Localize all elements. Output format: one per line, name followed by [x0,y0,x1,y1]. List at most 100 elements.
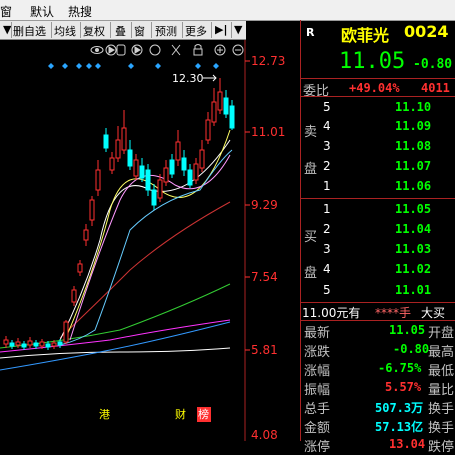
candle-body [199,149,205,169]
overlay-button[interactable]: 叠 [115,23,126,39]
stat-label: 金额 [304,421,331,436]
y-tick-label: 7.54 [251,270,278,284]
stat-right-label: 最高 [428,345,455,360]
stat-value: 5.57% [385,380,422,394]
toolbar-dropdown-icon[interactable]: ▼ [234,23,242,36]
kline-chart[interactable]: 12.30 12.73 11.01 9.29 7.54 5.81 4.08 港 … [0,40,300,442]
buy-price[interactable]: 11.04 [395,222,431,236]
event-marker-hk[interactable]: 港 [99,408,110,421]
sell-price[interactable]: 11.09 [395,119,431,133]
sell-price[interactable]: 11.07 [395,159,431,173]
sell-level: 2 [323,159,331,173]
stat-right-label: 最低 [428,364,455,379]
candle-body [15,341,21,346]
chart-tools-row [90,44,244,56]
stat-label: 涨幅 [304,364,331,379]
candle-body [121,127,127,151]
candle-body [205,119,211,141]
sell-level: 1 [323,179,331,193]
candle-body [57,341,63,346]
stat-value: -0.80 [393,342,430,356]
candle-body [127,149,133,167]
event-marker-ranking[interactable]: 榜 [198,407,209,421]
buy-price[interactable]: 11.01 [395,283,431,297]
menu-item-hot-search[interactable]: 热搜 [68,3,92,20]
play-icon[interactable] [131,44,143,56]
circle-play-icon[interactable] [105,44,117,56]
stat-label: 涨跌 [304,345,331,360]
candle-body [193,163,199,181]
window-button[interactable]: 窗 [134,23,145,39]
scissors-icon[interactable] [171,44,181,56]
forecast-button[interactable]: 预测 [155,23,177,39]
price-change: -0.80 [413,57,453,72]
lock-icon[interactable] [193,44,203,56]
candle-body [27,340,33,346]
candle-body [139,165,145,179]
menu-item-default[interactable]: 默认 [30,3,54,20]
stat-label: 总手 [304,402,331,417]
stat-value: -6.75% [378,361,422,375]
candle-body [45,343,51,348]
buy-price[interactable]: 11.02 [395,262,431,276]
buy-label-top: 买 [304,230,318,245]
circle-icon[interactable] [149,44,161,56]
stat-right-label: 量比 [428,383,455,398]
weibi-diff: 4011 [421,81,450,95]
sell-price[interactable]: 11.10 [395,100,431,114]
buy-level: 2 [323,222,331,236]
candle-body [63,321,69,343]
adjust-button[interactable]: 复权 [83,23,105,39]
arrow-icon[interactable]: ▶| [215,23,227,36]
candle-body [51,342,57,347]
buy-price[interactable]: 11.03 [395,242,431,256]
buy-level: 5 [323,283,331,297]
sell-level: 4 [323,119,331,133]
buy-level: 1 [323,202,331,216]
stat-label: 最新 [304,326,331,341]
status-price: 11.00元有 [302,306,361,320]
candle-body [39,341,45,347]
candle-body [169,159,175,175]
sell-level: 5 [323,100,331,114]
menu-item-window[interactable]: 窗 [0,3,12,20]
candle-body [103,134,109,149]
buy-level: 3 [323,242,331,256]
moving-average-button[interactable]: 均线 [54,23,76,39]
buy-price[interactable]: 11.05 [395,202,431,216]
stat-right-label: 换手 [428,421,455,436]
remove-favorite-button[interactable]: 删自选 [13,23,46,39]
candle-body [223,97,229,115]
quote-panel: R 欧菲光 0024 11.05 -0.80 委比 +49.04% 4011 卖… [300,20,455,455]
status-right: 大买 [421,306,446,320]
hand-icon[interactable] [116,44,126,56]
more-button[interactable]: 更多 [185,23,207,39]
stat-value: 13.04 [389,437,426,451]
candle-body [33,342,39,347]
eye-icon[interactable] [90,46,104,54]
status-hand: ****手 [375,306,412,320]
sell-price[interactable]: 11.08 [395,139,431,153]
candle-body [163,167,169,183]
chart-toolbar: ▼ 删自选 均线 复权 叠 窗 预测 更多 ▶| ▼ [0,21,246,40]
candle-body [217,91,223,111]
candle-body [211,101,217,123]
event-marker-finance[interactable]: 财 [175,407,186,421]
candle-body [21,343,27,348]
event-markers: 港 财 榜 [99,407,211,422]
stock-code: 0024 [404,22,449,41]
zoom-in-icon[interactable] [214,44,226,56]
menu-bar: 窗 默认 热搜 [0,0,455,21]
kline-svg[interactable]: 12.30 12.73 11.01 9.29 7.54 5.81 4.08 港 … [0,40,300,442]
sell-price[interactable]: 11.06 [395,179,431,193]
candle-body [71,289,77,303]
candle-body [115,139,121,159]
candle-body [151,189,157,206]
candle-body [109,157,115,171]
sell-label-top: 卖 [304,125,318,140]
y-tick-label: 5.81 [251,343,278,357]
candles [3,78,235,350]
y-tick-label: 12.73 [251,54,285,68]
y-tick-label: 11.01 [251,125,285,139]
zoom-out-icon[interactable] [232,44,244,56]
